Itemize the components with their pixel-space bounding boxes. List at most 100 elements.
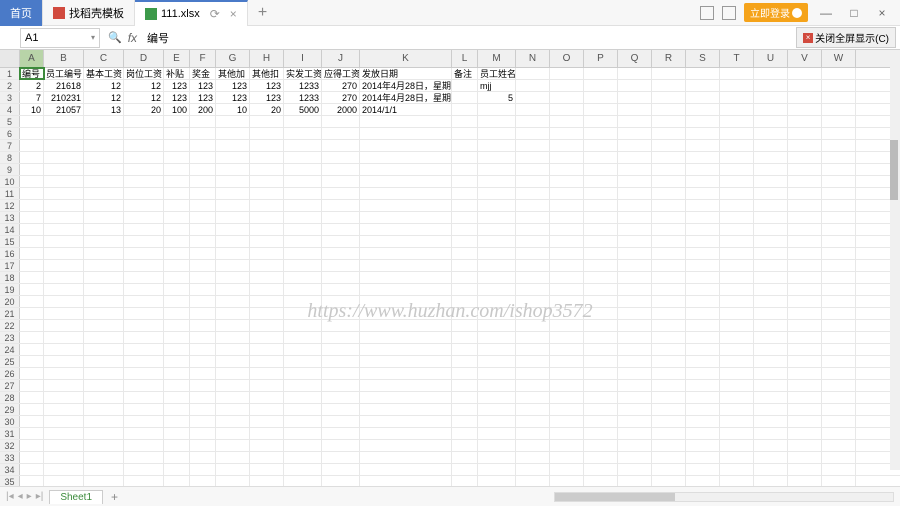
cell-C29[interactable] [84, 404, 124, 415]
cell-U33[interactable] [754, 452, 788, 463]
cell-C18[interactable] [84, 272, 124, 283]
cell-E11[interactable] [164, 188, 190, 199]
cell-M20[interactable] [478, 296, 516, 307]
cell-A13[interactable] [20, 212, 44, 223]
cell-N23[interactable] [516, 332, 550, 343]
cell-O33[interactable] [550, 452, 584, 463]
cell-J1[interactable]: 应得工资 [322, 68, 360, 79]
cell-S22[interactable] [686, 320, 720, 331]
cell-N15[interactable] [516, 236, 550, 247]
cell-M10[interactable] [478, 176, 516, 187]
cell-H4[interactable]: 20 [250, 104, 284, 115]
column-header-T[interactable]: T [720, 50, 754, 67]
cell-P28[interactable] [584, 392, 618, 403]
cell-I29[interactable] [284, 404, 322, 415]
cell-R13[interactable] [652, 212, 686, 223]
cell-V19[interactable] [788, 284, 822, 295]
cell-U2[interactable] [754, 80, 788, 91]
cell-O12[interactable] [550, 200, 584, 211]
cell-H25[interactable] [250, 356, 284, 367]
cell-K29[interactable] [360, 404, 452, 415]
cell-L32[interactable] [452, 440, 478, 451]
cell-Q14[interactable] [618, 224, 652, 235]
cell-M32[interactable] [478, 440, 516, 451]
cell-P4[interactable] [584, 104, 618, 115]
cell-S14[interactable] [686, 224, 720, 235]
cell-J16[interactable] [322, 248, 360, 259]
cell-I21[interactable] [284, 308, 322, 319]
cell-L11[interactable] [452, 188, 478, 199]
cell-R8[interactable] [652, 152, 686, 163]
cell-E28[interactable] [164, 392, 190, 403]
cell-T9[interactable] [720, 164, 754, 175]
sheet-nav-prev[interactable]: ◂ [18, 491, 23, 502]
cell-Q23[interactable] [618, 332, 652, 343]
cell-D24[interactable] [124, 344, 164, 355]
cell-Q28[interactable] [618, 392, 652, 403]
cell-N4[interactable] [516, 104, 550, 115]
cell-K33[interactable] [360, 452, 452, 463]
column-header-V[interactable]: V [788, 50, 822, 67]
cell-V6[interactable] [788, 128, 822, 139]
cell-H21[interactable] [250, 308, 284, 319]
cell-V7[interactable] [788, 140, 822, 151]
cell-E8[interactable] [164, 152, 190, 163]
cell-V24[interactable] [788, 344, 822, 355]
cell-T14[interactable] [720, 224, 754, 235]
cell-B20[interactable] [44, 296, 84, 307]
cell-R12[interactable] [652, 200, 686, 211]
cell-C20[interactable] [84, 296, 124, 307]
cell-S7[interactable] [686, 140, 720, 151]
cell-V28[interactable] [788, 392, 822, 403]
cell-P33[interactable] [584, 452, 618, 463]
cell-D22[interactable] [124, 320, 164, 331]
cell-L16[interactable] [452, 248, 478, 259]
cell-P18[interactable] [584, 272, 618, 283]
cell-H22[interactable] [250, 320, 284, 331]
cell-W17[interactable] [822, 260, 856, 271]
cell-I32[interactable] [284, 440, 322, 451]
cell-F5[interactable] [190, 116, 216, 127]
column-header-W[interactable]: W [822, 50, 856, 67]
cell-O19[interactable] [550, 284, 584, 295]
cell-W7[interactable] [822, 140, 856, 151]
cell-S26[interactable] [686, 368, 720, 379]
cell-J21[interactable] [322, 308, 360, 319]
cell-R9[interactable] [652, 164, 686, 175]
cell-S21[interactable] [686, 308, 720, 319]
column-header-G[interactable]: G [216, 50, 250, 67]
cell-G25[interactable] [216, 356, 250, 367]
cell-J34[interactable] [322, 464, 360, 475]
cell-K10[interactable] [360, 176, 452, 187]
cell-L10[interactable] [452, 176, 478, 187]
cell-P11[interactable] [584, 188, 618, 199]
cell-I28[interactable] [284, 392, 322, 403]
cell-L30[interactable] [452, 416, 478, 427]
cell-G2[interactable]: 123 [216, 80, 250, 91]
cell-P15[interactable] [584, 236, 618, 247]
cell-W13[interactable] [822, 212, 856, 223]
cell-V23[interactable] [788, 332, 822, 343]
cell-G3[interactable]: 123 [216, 92, 250, 103]
cell-I10[interactable] [284, 176, 322, 187]
cell-F33[interactable] [190, 452, 216, 463]
cell-T28[interactable] [720, 392, 754, 403]
cell-V32[interactable] [788, 440, 822, 451]
cell-C28[interactable] [84, 392, 124, 403]
cell-C14[interactable] [84, 224, 124, 235]
cell-A19[interactable] [20, 284, 44, 295]
cell-B18[interactable] [44, 272, 84, 283]
cell-C3[interactable]: 12 [84, 92, 124, 103]
cell-W16[interactable] [822, 248, 856, 259]
cell-I26[interactable] [284, 368, 322, 379]
cell-W25[interactable] [822, 356, 856, 367]
tab-home[interactable]: 首页 [0, 0, 43, 26]
cell-W21[interactable] [822, 308, 856, 319]
cell-I12[interactable] [284, 200, 322, 211]
cell-P10[interactable] [584, 176, 618, 187]
cell-B33[interactable] [44, 452, 84, 463]
column-header-I[interactable]: I [284, 50, 322, 67]
cell-G31[interactable] [216, 428, 250, 439]
cell-V17[interactable] [788, 260, 822, 271]
cell-D7[interactable] [124, 140, 164, 151]
